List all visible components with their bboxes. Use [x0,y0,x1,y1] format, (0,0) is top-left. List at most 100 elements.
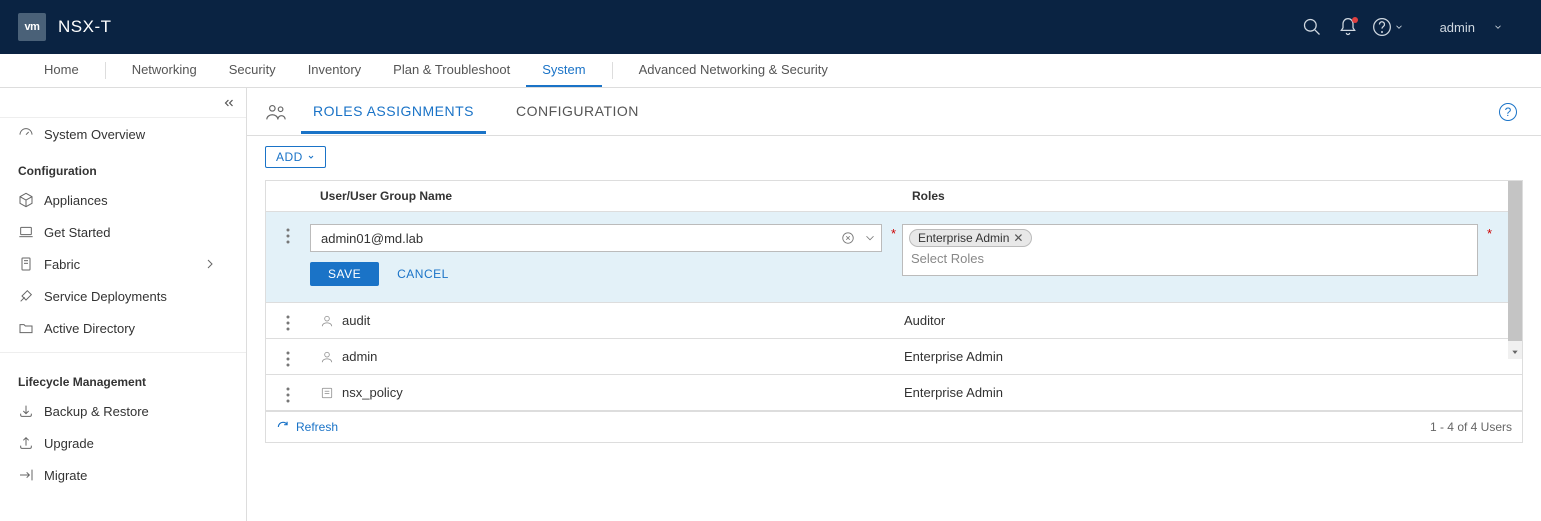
notifications-icon[interactable] [1330,9,1366,45]
table-row[interactable]: nsx_policy Enterprise Admin [266,375,1522,411]
roles-placeholder: Select Roles [909,247,1471,266]
sidebar-heading-configuration: Configuration [0,150,246,184]
grid-footer: Refresh 1 - 4 of 4 Users [266,411,1522,442]
sidebar-item-migrate[interactable]: Migrate [0,459,246,491]
sidebar-item-fabric[interactable]: Fabric [0,248,246,280]
remove-chip-icon[interactable]: ✕ [1013,231,1023,245]
cancel-button[interactable]: CANCEL [397,267,449,281]
grid-header: User/User Group Name Roles [266,181,1522,212]
main-menu: Home Networking Security Inventory Plan … [0,54,1541,88]
menu-networking[interactable]: Networking [116,54,213,87]
roles-cell: Auditor [902,313,1522,328]
migrate-icon [18,467,34,483]
top-header: vm NSX-T admin [0,0,1541,54]
chevron-right-icon [202,256,218,272]
sidebar-item-backup-restore[interactable]: Backup & Restore [0,395,246,427]
row-actions-menu[interactable] [266,347,310,367]
clear-input-icon[interactable] [837,231,859,245]
tab-configuration[interactable]: CONFIGURATION [504,89,651,134]
sidebar-item-active-directory[interactable]: Active Directory [0,312,246,344]
search-icon[interactable] [1294,9,1330,45]
row-actions-menu[interactable] [266,224,310,244]
column-header-user[interactable]: User/User Group Name [310,181,902,211]
tab-roles-assignments[interactable]: ROLES ASSIGNMENTS [301,89,486,134]
notification-badge [1352,17,1358,23]
user-name-cell: admin [342,349,377,364]
required-indicator: * [891,226,896,241]
menu-plan-troubleshoot[interactable]: Plan & Troubleshoot [377,54,526,87]
table-row[interactable]: audit Auditor [266,303,1522,339]
toolbar: ADD [247,136,1541,180]
divider [0,352,246,353]
user-name: admin [1440,20,1475,35]
cube-icon [18,192,34,208]
context-help-icon[interactable]: ? [1499,103,1517,121]
product-name: NSX-T [58,17,112,37]
sidebar-item-label: Active Directory [44,321,135,336]
vmware-logo: vm [18,13,46,41]
add-label: ADD [276,150,303,164]
row-actions-menu[interactable] [266,383,310,403]
column-header-roles[interactable]: Roles [902,181,1522,211]
menu-system[interactable]: System [526,54,601,87]
help-menu[interactable] [1366,17,1410,37]
user-menu[interactable]: admin [1410,20,1523,35]
deploy-icon [18,288,34,304]
scrollbar-down-icon[interactable] [1508,345,1522,359]
refresh-label: Refresh [296,420,338,434]
sidebar-item-upgrade[interactable]: Upgrade [0,427,246,459]
subtabs-bar: ROLES ASSIGNMENTS CONFIGURATION ? [247,88,1541,136]
user-input-combo[interactable] [310,224,882,252]
upgrade-icon [18,435,34,451]
sidebar-collapse-button[interactable] [0,88,246,118]
sidebar-item-label: Fabric [44,257,80,272]
sidebar-item-get-started[interactable]: Get Started [0,216,246,248]
edit-row: * SAVE CANCEL Enterprise Admin ✕ Se [266,212,1522,303]
users-icon [265,101,287,123]
sidebar-item-label: Migrate [44,468,87,483]
sidebar-item-label: Appliances [44,193,108,208]
sidebar: System Overview Configuration Appliances… [0,88,247,521]
folder-icon [18,320,34,336]
backup-icon [18,403,34,419]
sidebar-item-appliances[interactable]: Appliances [0,184,246,216]
refresh-button[interactable]: Refresh [276,420,338,434]
chevron-down-icon [307,153,315,161]
save-button[interactable]: SAVE [310,262,379,286]
user-name-input[interactable] [311,231,837,246]
row-actions-menu[interactable] [266,311,310,331]
sidebar-item-system-overview[interactable]: System Overview [0,118,246,150]
dropdown-icon[interactable] [859,231,881,245]
sidebar-item-label: System Overview [44,127,145,142]
main-content: ROLES ASSIGNMENTS CONFIGURATION ? ADD Us… [247,88,1541,521]
role-chip-label: Enterprise Admin [918,231,1009,245]
menu-home[interactable]: Home [28,54,95,87]
table-row[interactable]: admin Enterprise Admin [266,339,1522,375]
sidebar-heading-lifecycle: Lifecycle Management [0,361,246,395]
user-icon [320,314,334,328]
sidebar-item-label: Get Started [44,225,110,240]
gauge-icon [18,126,34,142]
divider [105,62,106,79]
menu-inventory[interactable]: Inventory [292,54,377,87]
user-name-cell: audit [342,313,370,328]
server-icon [18,256,34,272]
menu-advanced-networking-security[interactable]: Advanced Networking & Security [623,54,844,87]
role-chip: Enterprise Admin ✕ [909,229,1032,247]
menu-security[interactable]: Security [213,54,292,87]
roles-cell: Enterprise Admin [902,385,1522,400]
grid-scrollbar[interactable] [1508,181,1522,359]
divider [612,62,613,79]
pagination-text: 1 - 4 of 4 Users [1430,420,1512,434]
roles-multiselect[interactable]: Enterprise Admin ✕ Select Roles [902,224,1478,276]
sidebar-item-label: Service Deployments [44,289,167,304]
roles-cell: Enterprise Admin [902,349,1522,364]
sidebar-item-label: Backup & Restore [44,404,149,419]
sidebar-item-service-deployments[interactable]: Service Deployments [0,280,246,312]
user-icon [320,350,334,364]
scrollbar-thumb[interactable] [1508,181,1522,341]
user-name-cell: nsx_policy [342,385,403,400]
add-button[interactable]: ADD [265,146,326,168]
required-indicator: * [1487,226,1492,241]
policy-icon [320,386,334,400]
